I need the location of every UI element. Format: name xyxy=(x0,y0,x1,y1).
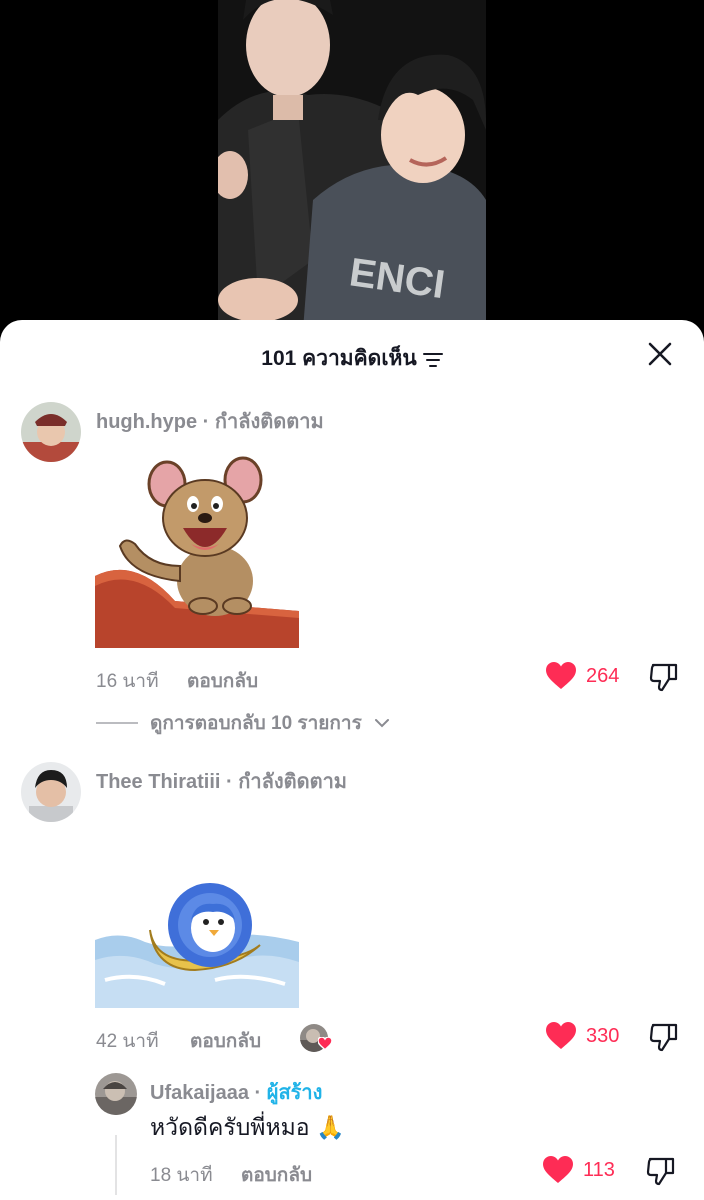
reply-text: หวัดดีครับพี่หมอ 🙏 xyxy=(150,1114,345,1140)
like-count: 330 xyxy=(586,1024,620,1047)
reply-header: Ufakaijaaa · ผู้สร้าง xyxy=(150,1082,323,1104)
video-player[interactable]: ENCI xyxy=(0,0,704,330)
heart-icon xyxy=(318,1037,332,1050)
like-count: 113 xyxy=(583,1158,615,1181)
filter-icon[interactable] xyxy=(422,352,443,368)
comment-header: Thee Thiratiii · กำลังติดตาม xyxy=(96,771,347,793)
heart-icon xyxy=(546,662,576,689)
jerry-sticker[interactable] xyxy=(95,456,299,648)
comment-time: 42 นาที xyxy=(96,1031,159,1052)
video-frame: ENCI xyxy=(218,0,486,330)
reply-button[interactable]: ตอบกลับ xyxy=(190,1026,261,1056)
avatar[interactable] xyxy=(21,402,81,462)
chevron-down-icon xyxy=(374,719,389,728)
penguin-sticker[interactable] xyxy=(95,880,299,1008)
comments-sheet: 101 ความคิดเห็น hugh.hype · กำลังติดตาม xyxy=(0,320,704,1200)
sheet-header: 101 ความคิดเห็น xyxy=(0,320,704,386)
dislike-icon[interactable] xyxy=(649,662,679,692)
like-button[interactable]: 330 xyxy=(546,1022,619,1050)
like-button[interactable]: 264 xyxy=(546,662,619,690)
follow-status: กำลังติดตาม xyxy=(214,411,324,433)
comment-header: hugh.hype · กำลังติดตาม xyxy=(96,411,324,433)
thread-line xyxy=(115,1135,117,1195)
avatar[interactable] xyxy=(21,762,81,822)
reply-button[interactable]: ตอบกลับ xyxy=(241,1160,312,1190)
heart-icon xyxy=(543,1156,573,1183)
avatar[interactable] xyxy=(95,1073,137,1115)
comment-time: 16 นาที xyxy=(96,671,159,692)
reply-time: 18 นาที xyxy=(150,1165,213,1186)
creator-badge: ผู้สร้าง xyxy=(266,1082,323,1104)
follow-status: กำลังติดตาม xyxy=(238,771,347,793)
reply-username[interactable]: Ufakaijaaa xyxy=(150,1082,249,1104)
reply-button[interactable]: ตอบกลับ xyxy=(187,666,258,696)
comment-count-title: 101 ความคิดเห็น xyxy=(0,342,704,375)
like-count: 264 xyxy=(586,664,620,687)
like-button[interactable]: 113 xyxy=(543,1156,615,1184)
dislike-icon[interactable] xyxy=(646,1156,676,1186)
dislike-icon[interactable] xyxy=(649,1022,679,1052)
video-thumbnail: ENCI xyxy=(218,0,486,330)
comment-username[interactable]: Thee Thiratiii xyxy=(96,771,220,793)
comment-count-label: 101 ความคิดเห็น xyxy=(261,347,417,370)
view-replies-button[interactable]: ดูการตอบกลับ 10 รายการ xyxy=(96,708,390,738)
close-icon[interactable] xyxy=(646,340,674,368)
divider xyxy=(96,722,138,724)
comment-username[interactable]: hugh.hype xyxy=(96,411,197,433)
heart-icon xyxy=(546,1022,576,1049)
view-replies-label: ดูการตอบกลับ 10 รายการ xyxy=(150,713,362,734)
